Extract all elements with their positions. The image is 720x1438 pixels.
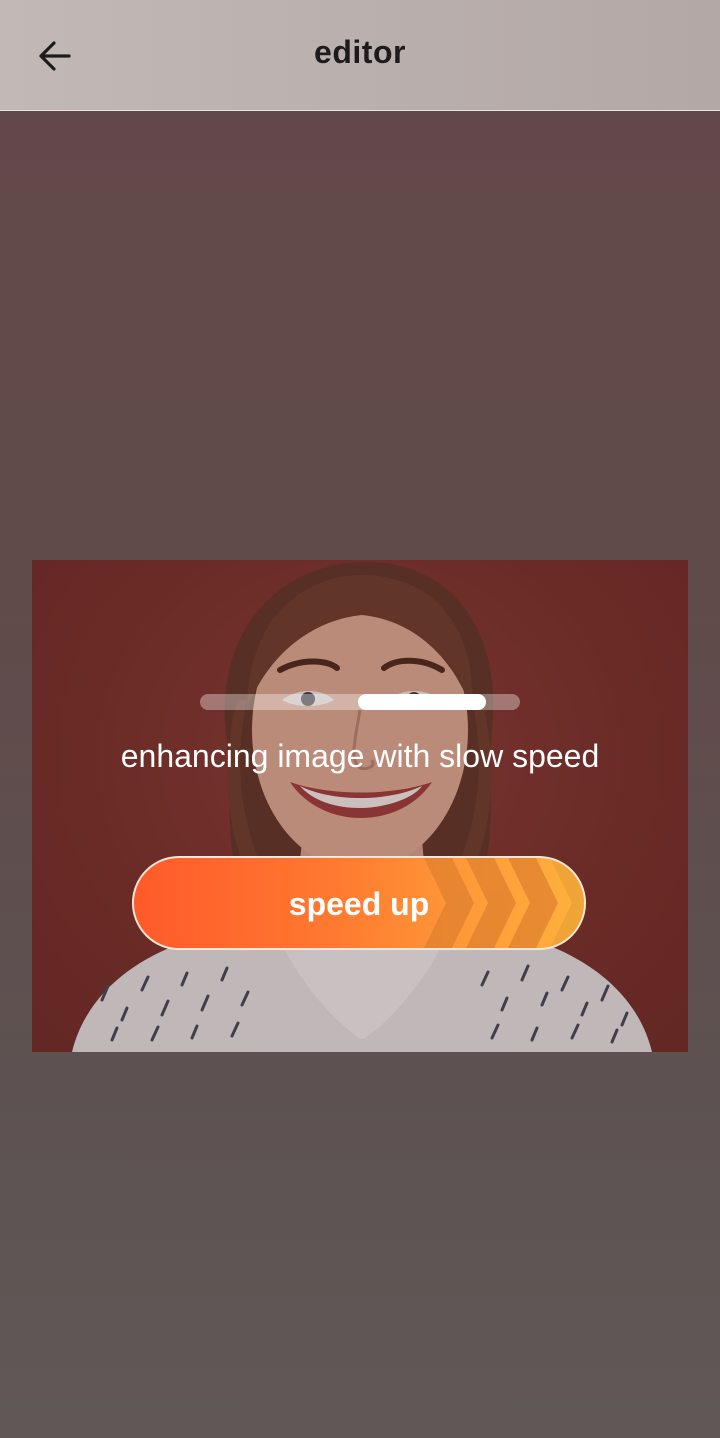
page-title: editor xyxy=(314,34,406,70)
progress-indicator xyxy=(358,694,486,710)
speed-up-button[interactable]: speed up xyxy=(132,856,586,950)
status-text: enhancing image with slow speed xyxy=(120,738,600,774)
dim-overlay xyxy=(32,560,688,1052)
speed-up-label: speed up xyxy=(288,886,430,922)
progress-track xyxy=(200,694,520,710)
image-preview: enhancing image with slow speed speed up xyxy=(32,560,688,1052)
app-bar: editor xyxy=(0,0,720,111)
